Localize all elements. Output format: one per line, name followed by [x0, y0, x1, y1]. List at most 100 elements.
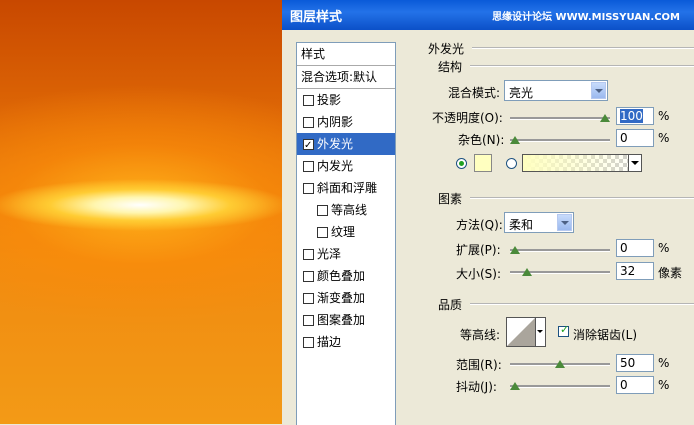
- blend-mode-select[interactable]: 亮光: [504, 80, 608, 101]
- gradient-picker[interactable]: [522, 154, 642, 172]
- size-slider-thumb[interactable]: [522, 268, 532, 276]
- contour-preview-icon: [507, 318, 535, 346]
- chevron-down-icon: [628, 155, 641, 171]
- opacity-value: 100: [620, 109, 643, 123]
- size-input[interactable]: 32: [616, 262, 654, 280]
- style-checkbox[interactable]: [303, 315, 314, 326]
- technique-select[interactable]: 柔和: [504, 212, 574, 233]
- jitter-value: 0: [620, 378, 628, 392]
- style-checkbox[interactable]: ✓: [303, 139, 314, 151]
- elements-title: 图素: [438, 192, 463, 206]
- style-checkbox[interactable]: [317, 205, 328, 216]
- structure-title: 结构: [438, 60, 463, 74]
- chevron-down-icon: [557, 214, 572, 231]
- opacity-slider-thumb[interactable]: [600, 114, 610, 122]
- style-item[interactable]: 投影: [297, 89, 395, 111]
- jitter-label: 抖动(J):: [456, 380, 497, 394]
- technique-label: 方法(Q):: [456, 218, 503, 232]
- gradient-radio[interactable]: [506, 158, 517, 169]
- contour-picker[interactable]: [506, 317, 546, 347]
- style-checkbox[interactable]: [303, 161, 314, 172]
- noise-unit: %: [658, 131, 670, 145]
- style-checkbox[interactable]: [303, 117, 314, 128]
- spread-value: 0: [620, 241, 628, 255]
- style-item[interactable]: 斜面和浮雕: [297, 177, 395, 199]
- style-checkbox[interactable]: [317, 227, 328, 238]
- noise-label: 杂色(N):: [458, 133, 505, 147]
- canvas-preview: [0, 0, 282, 424]
- noise-value: 0: [620, 131, 628, 145]
- spread-unit: %: [658, 241, 670, 255]
- style-item[interactable]: 光泽: [297, 243, 395, 265]
- chevron-down-icon: [535, 318, 545, 346]
- size-label: 大小(S):: [456, 267, 502, 281]
- style-item-label: 纹理: [331, 225, 356, 239]
- style-item-label: 投影: [317, 93, 342, 107]
- check-icon: ✓: [304, 140, 313, 151]
- style-item-label: 渐变叠加: [317, 291, 366, 305]
- blending-options[interactable]: 混合选项:默认: [297, 66, 395, 89]
- style-item-label: 等高线: [331, 203, 368, 217]
- outer-glow-title: 外发光: [428, 42, 465, 56]
- antialias-label[interactable]: 消除锯齿(L): [573, 326, 637, 343]
- noise-slider-thumb[interactable]: [510, 136, 520, 144]
- jitter-slider[interactable]: [510, 382, 610, 390]
- quality-title: 品质: [438, 298, 463, 312]
- spread-slider-thumb[interactable]: [510, 246, 520, 254]
- styles-list: 样式 混合选项:默认 投影内阴影 ✓ 外发光 内发光斜面和浮雕等高线纹理光泽 颜色叠加渐…: [296, 42, 396, 425]
- style-checkbox[interactable]: [303, 183, 314, 194]
- spread-input[interactable]: 0: [616, 239, 654, 257]
- blend-mode-label: 混合模式:: [448, 86, 501, 100]
- style-item[interactable]: 图案叠加: [297, 309, 395, 331]
- styles-header[interactable]: 样式: [297, 43, 395, 66]
- size-slider[interactable]: [510, 268, 610, 276]
- style-checkbox[interactable]: [303, 249, 314, 260]
- antialias-checkbox[interactable]: ✓: [558, 323, 570, 337]
- jitter-slider-thumb[interactable]: [510, 382, 520, 390]
- range-label: 范围(R):: [456, 358, 502, 372]
- style-item[interactable]: 内发光: [297, 155, 395, 177]
- title-bar: 图层样式 思缘设计论坛 WWW.MISSYUAN.COM: [282, 0, 694, 30]
- range-value: 50: [620, 356, 636, 370]
- technique-value: 柔和: [509, 218, 534, 232]
- check-icon: ✓: [560, 323, 570, 336]
- range-unit: %: [658, 356, 670, 370]
- style-item-label: 图案叠加: [317, 313, 366, 327]
- spread-label: 扩展(P):: [456, 243, 501, 257]
- noise-slider[interactable]: [510, 136, 610, 144]
- spread-slider[interactable]: [510, 246, 610, 254]
- glow-color-swatch[interactable]: [474, 154, 492, 172]
- watermark: 思缘设计论坛 WWW.MISSYUAN.COM: [492, 12, 680, 23]
- style-item[interactable]: ✓ 外发光: [297, 133, 395, 155]
- style-item[interactable]: 内阴影: [297, 111, 395, 133]
- range-slider-thumb[interactable]: [555, 360, 565, 368]
- range-slider[interactable]: [510, 360, 610, 368]
- divider: [470, 197, 694, 199]
- style-item[interactable]: 描边: [297, 331, 395, 353]
- style-item[interactable]: 颜色叠加: [297, 265, 395, 287]
- contour-label: 等高线:: [460, 328, 501, 342]
- style-checkbox[interactable]: [303, 95, 314, 106]
- style-item[interactable]: 纹理: [297, 221, 395, 243]
- style-checkbox[interactable]: [303, 293, 314, 304]
- style-item[interactable]: 渐变叠加: [297, 287, 395, 309]
- noise-input[interactable]: 0: [616, 129, 654, 147]
- style-item-label: 斜面和浮雕: [317, 181, 378, 195]
- jitter-unit: %: [658, 378, 670, 392]
- solid-color-radio[interactable]: [456, 158, 467, 169]
- size-value: 32: [620, 264, 636, 278]
- style-checkbox[interactable]: [303, 337, 314, 348]
- range-input[interactable]: 50: [616, 354, 654, 372]
- divider: [470, 303, 694, 305]
- opacity-label: 不透明度(O):: [432, 111, 503, 125]
- opacity-unit: %: [658, 109, 670, 123]
- jitter-input[interactable]: 0: [616, 376, 654, 394]
- style-item[interactable]: 等高线: [297, 199, 395, 221]
- size-unit: 像素: [658, 266, 683, 280]
- divider: [470, 65, 694, 67]
- layer-style-dialog: 图层样式 思缘设计论坛 WWW.MISSYUAN.COM 样式 混合选项:默认 …: [282, 0, 694, 425]
- blend-mode-value: 亮光: [509, 86, 534, 100]
- opacity-slider[interactable]: [510, 114, 610, 122]
- opacity-input[interactable]: 100: [616, 107, 654, 125]
- style-checkbox[interactable]: [303, 271, 314, 282]
